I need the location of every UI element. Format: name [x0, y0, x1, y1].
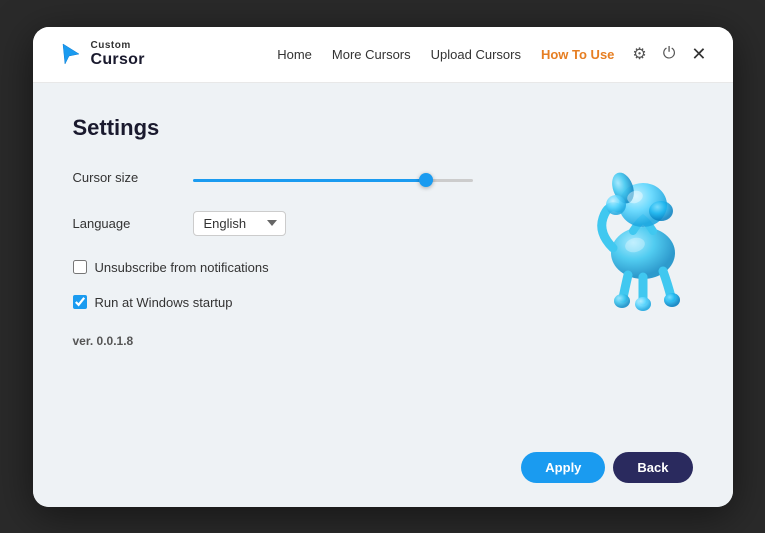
nav-icons: ⚙ ⏻ ✕: [630, 42, 708, 67]
main-content: Settings Cursor size Language English Sp…: [33, 83, 733, 507]
language-select[interactable]: English Spanish French German Russian Ch…: [193, 211, 286, 236]
version-text: ver. 0.0.1.8: [73, 334, 693, 348]
language-label: Language: [73, 216, 193, 231]
bottom-bar: Apply Back: [73, 440, 693, 483]
logo-text: Custom Cursor: [91, 40, 145, 69]
nav-how-to-use[interactable]: How To Use: [541, 47, 614, 62]
back-button[interactable]: Back: [613, 452, 692, 483]
logo-area: Custom Cursor: [57, 40, 278, 69]
close-icon-button[interactable]: ✕: [689, 42, 708, 67]
app-window: Custom Cursor Home More Cursors Upload C…: [33, 27, 733, 507]
apply-button[interactable]: Apply: [521, 452, 605, 483]
logo-icon: [57, 40, 85, 68]
cursor-size-slider[interactable]: [193, 179, 473, 182]
settings-icon-button[interactable]: ⚙: [630, 42, 648, 66]
nav-links: Home More Cursors Upload Cursors How To …: [277, 47, 614, 62]
unsubscribe-checkbox[interactable]: [73, 260, 87, 274]
logo-custom-label: Custom: [91, 40, 145, 51]
nav-more-cursors[interactable]: More Cursors: [332, 47, 411, 62]
nav-home[interactable]: Home: [277, 47, 312, 62]
startup-checkbox[interactable]: [73, 295, 87, 309]
startup-label[interactable]: Run at Windows startup: [95, 295, 233, 310]
logo-cursor-label: Cursor: [91, 51, 145, 69]
nav-upload-cursors[interactable]: Upload Cursors: [431, 47, 521, 62]
header: Custom Cursor Home More Cursors Upload C…: [33, 27, 733, 83]
slider-container: [193, 169, 473, 187]
cursor-size-label: Cursor size: [73, 170, 193, 185]
power-icon-button[interactable]: ⏻: [661, 43, 678, 65]
balloon-dog-decoration: [553, 123, 713, 323]
unsubscribe-label[interactable]: Unsubscribe from notifications: [95, 260, 269, 275]
